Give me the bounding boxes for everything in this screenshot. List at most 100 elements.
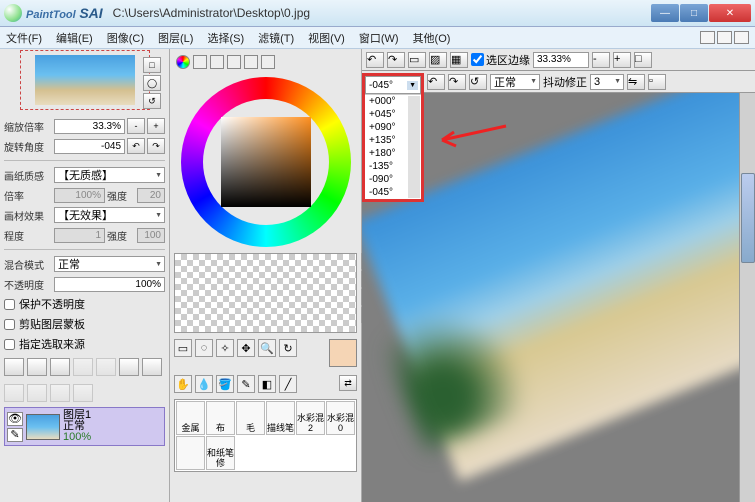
menu-window[interactable]: 窗口(W) bbox=[359, 30, 399, 46]
zoom-out-canvas[interactable]: - bbox=[592, 52, 610, 68]
navigator-thumbnail[interactable] bbox=[35, 55, 135, 105]
menu-image[interactable]: 图像(C) bbox=[107, 30, 144, 46]
brush-preset[interactable]: 和纸笔修 bbox=[206, 436, 235, 470]
mask-button-3[interactable] bbox=[50, 384, 70, 402]
close-button[interactable]: ✕ bbox=[709, 4, 751, 22]
paper-texture-dropdown[interactable]: 【无质感】 bbox=[54, 167, 165, 183]
deselect-button[interactable]: ▭ bbox=[408, 52, 426, 68]
lasso-tool[interactable]: ◌ bbox=[195, 339, 213, 357]
rotation-list-scrollbar[interactable] bbox=[408, 96, 420, 198]
rotation-angle-dropdown[interactable]: -045° +000° +045° +090° +135° +180° -135… bbox=[362, 73, 424, 202]
hsv-slider-icon[interactable] bbox=[210, 55, 224, 69]
selection-edge-checkbox[interactable] bbox=[471, 53, 484, 66]
scratchpad-icon[interactable] bbox=[261, 55, 275, 69]
zoom-out-button[interactable]: - bbox=[127, 118, 145, 134]
rotate-ccw-button[interactable]: ↶ bbox=[127, 138, 145, 154]
new-linework-button[interactable] bbox=[27, 358, 47, 376]
saturation-value-box[interactable] bbox=[221, 117, 311, 207]
paper-effect-dropdown[interactable]: 【无效果】 bbox=[54, 207, 165, 223]
brush-preset[interactable]: 毛 bbox=[236, 401, 265, 435]
line-tool[interactable]: ╱ bbox=[279, 375, 297, 393]
flip-h-button[interactable]: ⇋ bbox=[627, 74, 645, 90]
clear-layer-button[interactable] bbox=[119, 358, 139, 376]
layer-item[interactable]: 👁 ✎ 图层1 正常 100% bbox=[4, 407, 165, 446]
swatches-icon[interactable] bbox=[244, 55, 258, 69]
select-rect-tool[interactable]: ▭ bbox=[174, 339, 192, 357]
brush-preset[interactable]: 金属 bbox=[176, 401, 205, 435]
zoom-value[interactable]: 33.3% bbox=[54, 119, 125, 134]
new-folder-button[interactable] bbox=[50, 358, 70, 376]
mask-button-1[interactable] bbox=[4, 384, 24, 402]
menu-file[interactable]: 文件(F) bbox=[6, 30, 42, 46]
merge-down-button[interactable] bbox=[96, 358, 116, 376]
color-picker-tool[interactable]: 💧 bbox=[195, 375, 213, 393]
extra-button[interactable]: ▫ bbox=[648, 74, 666, 90]
mask-button-2[interactable] bbox=[27, 384, 47, 402]
zoom-in-canvas[interactable]: + bbox=[613, 52, 631, 68]
move-tool[interactable]: ✥ bbox=[237, 339, 255, 357]
hand-tool[interactable]: ✋ bbox=[174, 375, 192, 393]
clipping-mask-checkbox[interactable] bbox=[4, 319, 15, 330]
annotation-arrow-icon bbox=[434, 120, 509, 153]
bucket-tool[interactable]: 🪣 bbox=[216, 375, 234, 393]
selection-source-checkbox[interactable] bbox=[4, 339, 15, 350]
new-layer-button[interactable] bbox=[4, 358, 24, 376]
rotate-cw-button[interactable]: ↷ bbox=[147, 138, 165, 154]
redo-button[interactable]: ↷ bbox=[387, 52, 405, 68]
swap-colors-icon[interactable]: ⇄ bbox=[339, 375, 357, 391]
menu-view[interactable]: 视图(V) bbox=[308, 30, 345, 46]
opacity-value[interactable]: 100% bbox=[54, 277, 165, 292]
nav-fit-button[interactable]: □ bbox=[143, 57, 161, 73]
menu-filter[interactable]: 滤镜(T) bbox=[258, 30, 294, 46]
scrollbar-thumb[interactable] bbox=[741, 173, 755, 263]
scratchpad-panel[interactable] bbox=[174, 253, 357, 333]
vertical-scrollbar[interactable] bbox=[739, 93, 755, 502]
menu-select[interactable]: 选择(S) bbox=[207, 30, 244, 46]
delete-layer-button[interactable] bbox=[142, 358, 162, 376]
show-sel-button[interactable]: ▦ bbox=[450, 52, 468, 68]
nav-center-button[interactable]: ◯ bbox=[143, 75, 161, 91]
nav-reset-button[interactable]: ↺ bbox=[143, 93, 161, 109]
rotate-tool[interactable]: ↻ bbox=[279, 339, 297, 357]
minimize-button[interactable]: — bbox=[651, 4, 679, 22]
undo-button[interactable]: ↶ bbox=[366, 52, 384, 68]
menu-other[interactable]: 其他(O) bbox=[413, 30, 451, 46]
rotate-reset-canvas[interactable]: ↺ bbox=[469, 74, 487, 90]
transfer-down-button[interactable] bbox=[73, 358, 93, 376]
zoom-fit-canvas[interactable]: □ bbox=[634, 52, 652, 68]
color-wheel-icon[interactable] bbox=[176, 55, 190, 69]
rotate-cw-canvas[interactable]: ↷ bbox=[448, 74, 466, 90]
menu-edit[interactable]: 编辑(E) bbox=[56, 30, 93, 46]
rotation-current-value[interactable]: -045° bbox=[365, 76, 421, 94]
zoom-tool[interactable]: 🔍 bbox=[258, 339, 276, 357]
mask-button-4[interactable] bbox=[73, 384, 93, 402]
brush-preset[interactable] bbox=[176, 436, 205, 470]
zoom-field[interactable] bbox=[533, 52, 589, 68]
protect-opacity-checkbox[interactable] bbox=[4, 299, 15, 310]
foreground-color-swatch[interactable] bbox=[329, 339, 357, 367]
pen-tool[interactable]: ✎ bbox=[237, 375, 255, 393]
panel-toggle-1[interactable] bbox=[700, 31, 715, 44]
gray-slider-icon[interactable] bbox=[227, 55, 241, 69]
brush-preset[interactable]: 水彩混2 bbox=[296, 401, 325, 435]
rotate-ccw-canvas[interactable]: ↶ bbox=[427, 74, 445, 90]
eraser-tool[interactable]: ◧ bbox=[258, 375, 276, 393]
menu-layer[interactable]: 图层(L) bbox=[158, 30, 193, 46]
paper-intensity-label: 强度 bbox=[107, 188, 135, 203]
invert-sel-button[interactable]: ▨ bbox=[429, 52, 447, 68]
blend-dropdown[interactable]: 正常 bbox=[54, 256, 165, 272]
brush-preset[interactable]: 布 bbox=[206, 401, 235, 435]
brush-preset[interactable]: 描线笔 bbox=[266, 401, 295, 435]
layer-visibility-icon[interactable]: 👁 bbox=[7, 412, 23, 426]
rotate-value[interactable]: -045 bbox=[54, 139, 125, 154]
zoom-in-button[interactable]: + bbox=[147, 118, 165, 134]
stabilizer-dropdown[interactable]: 3 bbox=[590, 74, 624, 90]
magic-wand-tool[interactable]: ✧ bbox=[216, 339, 234, 357]
layer-edit-icon[interactable]: ✎ bbox=[7, 428, 23, 442]
panel-toggle-3[interactable] bbox=[734, 31, 749, 44]
maximize-button[interactable]: □ bbox=[680, 4, 708, 22]
blend-mode-canvas-dropdown[interactable]: 正常 bbox=[490, 74, 540, 90]
rgb-slider-icon[interactable] bbox=[193, 55, 207, 69]
panel-toggle-2[interactable] bbox=[717, 31, 732, 44]
brush-preset[interactable]: 水彩混0 bbox=[326, 401, 355, 435]
